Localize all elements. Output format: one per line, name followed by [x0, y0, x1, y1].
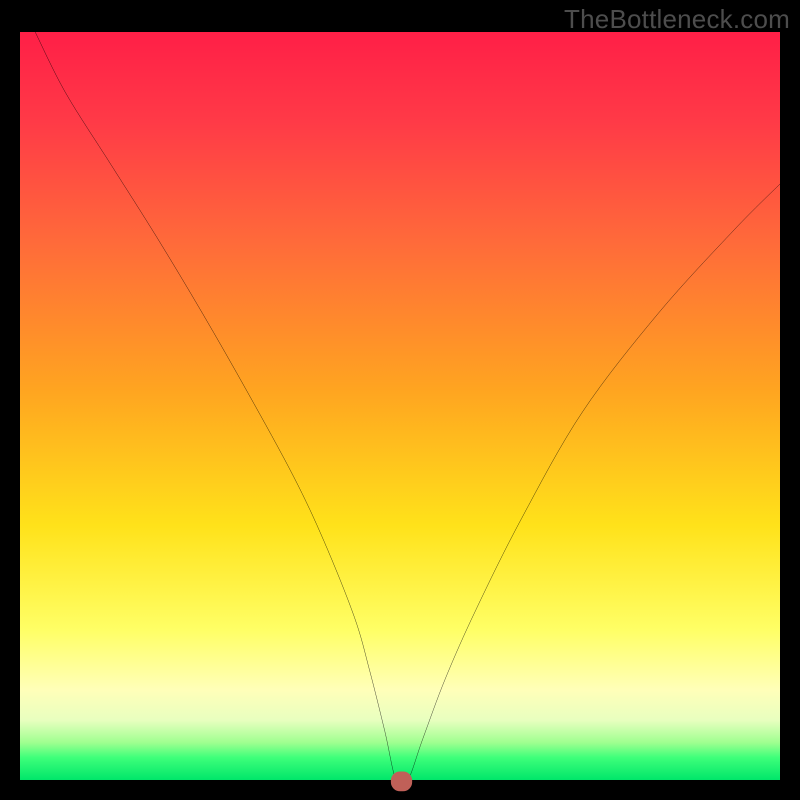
chart-frame: TheBottleneck.com [0, 0, 800, 800]
optimal-marker [20, 32, 780, 792]
plot-area [20, 32, 780, 780]
watermark-text: TheBottleneck.com [564, 4, 790, 35]
